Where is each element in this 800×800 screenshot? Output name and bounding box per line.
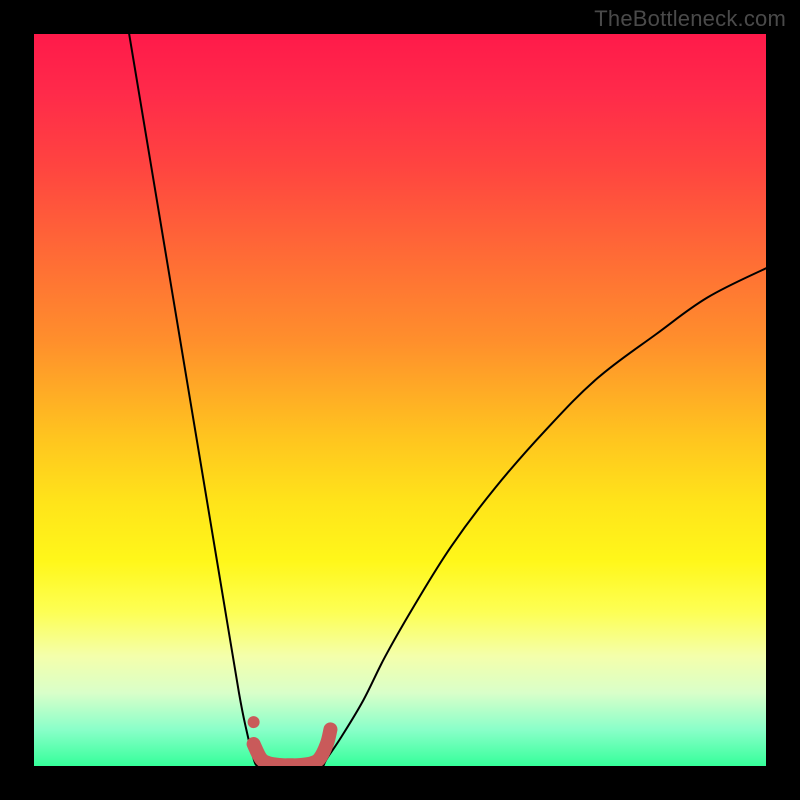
chart-svg <box>34 34 766 766</box>
chart-frame: TheBottleneck.com <box>0 0 800 800</box>
marker-dot <box>248 716 260 728</box>
plot-area <box>34 34 766 766</box>
watermark-text: TheBottleneck.com <box>594 6 786 32</box>
trough-marker-band <box>254 729 331 765</box>
bottleneck-curve <box>129 34 766 766</box>
